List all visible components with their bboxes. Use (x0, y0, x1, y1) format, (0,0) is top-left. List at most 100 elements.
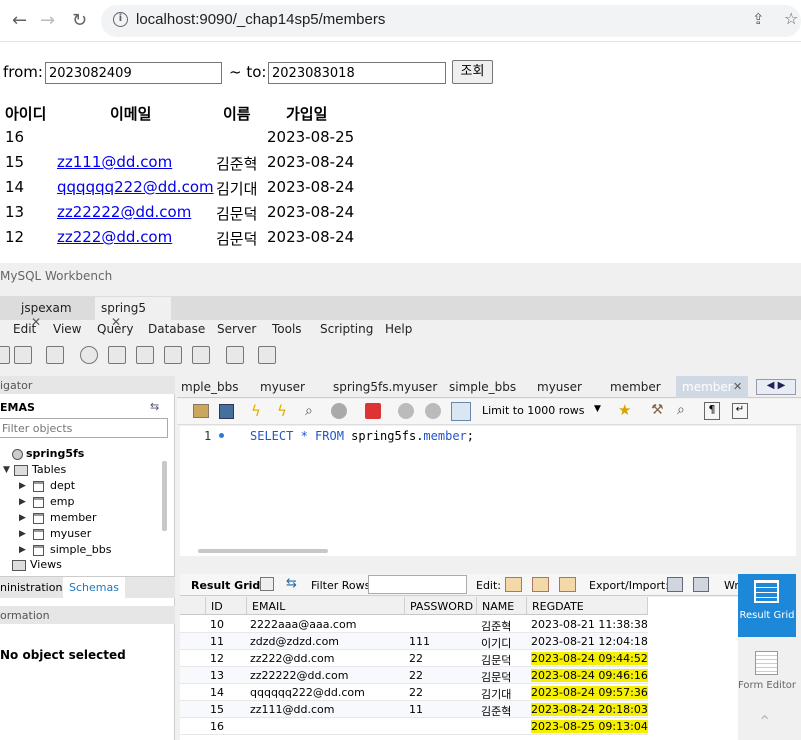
editor-tab[interactable]: mple_bbs (181, 380, 239, 394)
open-folder-icon[interactable] (193, 404, 209, 418)
grid-row[interactable]: 16 2023-08-25 09:13:04 (180, 718, 648, 735)
grid-row[interactable]: 14 qqqqqq222@dd.com 22 김기대 2023-08-24 09:57:… (180, 684, 648, 701)
beautify-icon[interactable]: ⚒ (651, 402, 664, 418)
limit-rows-select[interactable]: Limit to 1000 rows (482, 404, 585, 417)
delete-row-icon[interactable] (559, 577, 576, 592)
create-procedure-icon[interactable] (164, 346, 182, 364)
grid-row[interactable]: 10 2222aaa@aaa.com 김준혁 2023-08-21 11:38:38 (180, 616, 648, 633)
grid-header-id[interactable]: ID (206, 597, 247, 615)
menu-edit[interactable]: Edit (13, 322, 36, 336)
menu-view[interactable]: View (53, 322, 81, 336)
sql-editor[interactable]: 1 SELECT * FROM spring5fs.member; (180, 426, 796, 556)
reconnect-icon[interactable] (258, 346, 276, 364)
create-table-icon[interactable] (108, 346, 126, 364)
tab-scroll-arrows-icon[interactable]: ◀ ▶ (756, 379, 796, 395)
editor-tab-active[interactable]: member ✕ (676, 376, 748, 398)
tree-scrollbar[interactable] (162, 461, 167, 531)
grid-cell-name[interactable]: 김문덕 (481, 652, 511, 668)
create-schema-icon[interactable] (80, 346, 98, 364)
grid-cell-regdate[interactable]: 2023-08-24 09:46:16 (531, 669, 648, 682)
grid-cell-id[interactable]: 13 (210, 669, 224, 682)
grid-cell-id[interactable]: 11 (210, 635, 224, 648)
grid-cell-password[interactable]: 22 (409, 686, 423, 699)
editor-tab[interactable]: myuser (260, 380, 305, 394)
refresh-schemas-icon[interactable]: ⇆ (150, 400, 159, 413)
bookmark-star-icon[interactable]: ☆ (784, 9, 798, 28)
share-icon[interactable]: ⇪ (752, 10, 765, 28)
grid-cell-password[interactable]: 22 (409, 669, 423, 682)
open-sql-icon[interactable] (14, 346, 32, 364)
edit-row-icon[interactable] (505, 577, 522, 592)
grid-cell-name[interactable]: 이기디 (481, 635, 511, 651)
conn-tab-spring5[interactable]: spring5 ✕ (95, 297, 171, 329)
site-info-icon[interactable]: i (113, 12, 128, 27)
toggle-error-icon[interactable] (365, 403, 381, 419)
result-grid-side-button[interactable]: Result Grid (738, 574, 796, 637)
grid-cell-regdate[interactable]: 2023-08-24 09:44:52 (531, 652, 648, 665)
add-snippet-star-icon[interactable]: ★ (618, 401, 631, 419)
grid-cell-email[interactable]: zdzd@zdzd.com (250, 635, 339, 648)
create-view-icon[interactable] (136, 346, 154, 364)
grid-cell-email[interactable]: zz22222@dd.com (250, 669, 349, 682)
expand-arrow-icon[interactable]: ▶ (19, 545, 26, 555)
table-item-member[interactable]: member (33, 511, 96, 524)
table-item-emp[interactable]: emp (33, 495, 74, 508)
forward-arrow-icon[interactable]: → (40, 10, 55, 31)
menu-database[interactable]: Database (148, 322, 205, 336)
autocommit-icon[interactable] (451, 402, 471, 421)
reload-icon[interactable]: ↻ (72, 10, 87, 31)
save-icon[interactable] (219, 404, 234, 419)
address-bar[interactable]: i localhost:9090/_chap14sp5/members ⇪ ☆ (101, 5, 801, 37)
grid-cell-id[interactable]: 14 (210, 686, 224, 699)
find-icon[interactable]: ⌕ (677, 402, 685, 418)
grid-row[interactable]: 11 zdzd@zdzd.com 111 이기디 2023-08-21 12:04:18 (180, 633, 648, 650)
editor-tab[interactable]: myuser (537, 380, 582, 394)
insert-row-icon[interactable] (532, 577, 549, 592)
expand-arrow-icon[interactable]: ▶ (19, 481, 26, 491)
grid-cell-password[interactable]: 11 (409, 703, 423, 716)
to-input[interactable] (268, 62, 446, 84)
from-input[interactable] (45, 62, 222, 84)
grid-cell-regdate[interactable]: 2023-08-24 20:18:03 (531, 703, 648, 716)
form-editor-side-button[interactable]: Form Editor (738, 644, 796, 706)
grid-cell-id[interactable]: 15 (210, 703, 224, 716)
menu-query[interactable]: Query (97, 322, 133, 336)
menu-scripting[interactable]: Scripting (320, 322, 373, 336)
table-item-dept[interactable]: dept (33, 479, 75, 492)
member-email-link[interactable]: zz22222@dd.com (57, 203, 191, 221)
grid-row[interactable]: 13 zz22222@dd.com 22 김문덕 2023-08-24 09:46:16 (180, 667, 648, 684)
result-grid-label[interactable]: Result Grid (191, 579, 260, 592)
export-icon[interactable] (667, 577, 683, 592)
grid-cell-name[interactable]: 김준혁 (481, 703, 511, 719)
grid-cell-regdate[interactable]: 2023-08-21 11:38:38 (531, 618, 648, 631)
execute-current-icon[interactable]: ϟ (277, 402, 287, 420)
grid-cell-name[interactable]: 김기대 (481, 686, 511, 702)
grid-cell-name[interactable]: 김준혁 (481, 618, 511, 634)
grid-cell-password[interactable]: 22 (409, 652, 423, 665)
conn-tab-jspexam[interactable]: jspexam ✕ (15, 297, 91, 329)
editor-tab[interactable]: simple_bbs (449, 380, 516, 394)
expand-arrow-icon[interactable]: ▼ (3, 465, 10, 475)
table-item-myuser[interactable]: myuser (33, 527, 91, 540)
search-button[interactable]: 조회 (452, 60, 493, 84)
member-email-link[interactable]: zz111@dd.com (57, 153, 172, 171)
stop-icon[interactable] (331, 403, 347, 419)
wrap-lines-icon[interactable]: ↵ (732, 403, 748, 419)
grid-header-name[interactable]: NAME (477, 597, 527, 615)
explain-icon[interactable]: ⌕ (305, 403, 313, 419)
grid-cell-name[interactable]: 김문덕 (481, 669, 511, 685)
expand-arrow-icon[interactable]: ▶ (19, 529, 26, 539)
grid-cell-id[interactable]: 12 (210, 652, 224, 665)
grid-row[interactable]: 12 zz222@dd.com 22 김문덕 2023-08-24 09:44:52 (180, 650, 648, 667)
filter-rows-input[interactable] (368, 575, 467, 594)
grid-cell-regdate[interactable]: 2023-08-25 09:13:04 (531, 720, 648, 733)
inspector-icon[interactable] (46, 346, 64, 364)
editor-tab[interactable]: member (610, 380, 661, 394)
filter-objects-input[interactable] (0, 418, 168, 438)
grid-cell-id[interactable]: 10 (210, 618, 224, 631)
expand-arrow-icon[interactable]: ▶ (19, 497, 26, 507)
result-grid[interactable]: ID EMAIL PASSWORD NAME REGDATE 10 2222aaa… (180, 597, 738, 740)
schema-spring5fs[interactable]: spring5fs (12, 447, 84, 460)
grid-cell-id[interactable]: 16 (210, 720, 224, 733)
back-arrow-icon[interactable]: ← (12, 10, 27, 31)
